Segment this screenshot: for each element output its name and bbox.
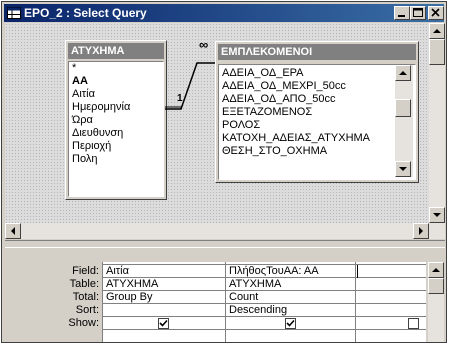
field-item[interactable]: Αιτία (69, 88, 163, 101)
checkmark-icon (286, 319, 295, 327)
scroll-right-button[interactable] (413, 223, 429, 239)
row-label-sort: Sort: (75, 304, 99, 316)
diagram-vertical-scrollbar[interactable] (429, 23, 445, 239)
design-grid-pane: Field: Table: Total: Sort: Show: Αιτία Α… (5, 248, 445, 342)
cell-table[interactable]: ΑΤΥΧΗΜΑ (227, 278, 355, 291)
row-label-table: Table: (69, 278, 99, 290)
cell-table[interactable] (357, 278, 425, 291)
field-item[interactable]: Ημερομηνία (69, 101, 163, 114)
scroll-thumb[interactable] (395, 99, 411, 117)
up-arrow-icon (433, 29, 441, 33)
cell-field[interactable]: Αιτία (104, 265, 224, 278)
query-window: EPO_2 : Select Query ΑΤΥΧΗΜΑ * AA Αιτία … (1, 1, 447, 343)
field-list-scrollbar[interactable] (395, 65, 413, 177)
cell-field[interactable]: ΠλήθοςΤουAA: AA (227, 265, 355, 278)
cell-sort[interactable] (357, 304, 425, 317)
row-label-total: Total: (72, 291, 99, 303)
field-item-key[interactable]: AA (69, 75, 163, 88)
scroll-left-button[interactable] (5, 223, 21, 239)
field-item[interactable]: Πολη (69, 153, 163, 166)
scroll-up-button[interactable] (428, 262, 444, 278)
table-diagram-pane[interactable]: ΑΤΥΧΗΜΑ * AA Αιτία Ημερομηνία Ώρα Διευθυ… (5, 23, 429, 239)
join-line[interactable] (165, 43, 217, 123)
maximize-button[interactable] (410, 6, 426, 20)
field-item[interactable]: Περιοχή (69, 140, 163, 153)
scroll-up-button[interactable] (395, 65, 411, 81)
down-arrow-icon (433, 213, 441, 217)
field-item[interactable]: ΑΔΕΙΑ_ΟΔ_ΕΡΑ (219, 65, 415, 80)
checkmark-icon (159, 319, 168, 327)
table-box-emplekomenoi[interactable]: ΕΜΠΛΕΚΟΜΕΝΟΙ ΑΔΕΙΑ_ΟΔ_ΕΡΑ ΑΔΕΙΑ_ΟΔ_ΜΕΧΡΙ… (215, 41, 419, 183)
show-checkbox[interactable] (285, 318, 296, 329)
minimize-icon (398, 15, 405, 17)
join-many-label: ∞ (199, 37, 209, 52)
scroll-thumb[interactable] (428, 278, 444, 294)
window-title: EPO_2 : Select Query (24, 6, 147, 20)
field-item[interactable]: ΑΔΕΙΑ_ΟΔ_ΜΕΧΡΙ_50cc (219, 80, 415, 93)
field-item[interactable]: ΑΔΕΙΑ_ΟΔ_ΑΠΟ_50cc (219, 93, 415, 106)
diagram-horizontal-scrollbar[interactable] (5, 223, 429, 239)
query-icon (7, 7, 21, 19)
field-list[interactable]: ΑΔΕΙΑ_ΟΔ_ΕΡΑ ΑΔΕΙΑ_ΟΔ_ΜΕΧΡΙ_50cc ΑΔΕΙΑ_Ο… (218, 64, 416, 180)
cell-field-active[interactable] (357, 265, 425, 278)
field-item[interactable]: ΡΟΛΟΣ (219, 119, 415, 132)
cell-sort[interactable] (104, 304, 224, 317)
scroll-thumb[interactable] (429, 39, 445, 65)
field-item[interactable]: Ώρα (69, 114, 163, 127)
scroll-down-button[interactable] (395, 161, 411, 177)
up-arrow-icon (399, 71, 407, 75)
cell-sort[interactable]: Descending (227, 304, 355, 317)
minimize-button[interactable] (394, 6, 410, 20)
pane-splitter[interactable] (5, 240, 445, 248)
show-checkbox[interactable] (158, 318, 169, 329)
cell-total[interactable]: Group By (104, 291, 224, 304)
cell-table[interactable]: ΑΤΥΧΗΜΑ (104, 278, 224, 291)
row-label-field: Field: (72, 265, 99, 277)
table-title[interactable]: ΕΜΠΛΕΚΟΜΕΝΟΙ (218, 44, 416, 60)
left-arrow-icon (11, 227, 15, 235)
cell-total[interactable] (357, 291, 425, 304)
title-bar[interactable]: EPO_2 : Select Query (4, 4, 444, 22)
up-arrow-icon (432, 268, 440, 272)
field-item[interactable]: ΚΑΤΟΧΗ_ΑΔΕΙΑΣ_ΑΤΥΧΗΜΑ (219, 132, 415, 145)
scroll-up-button[interactable] (429, 23, 445, 39)
field-item[interactable]: ΘΕΣΗ_ΣΤΟ_ΟΧΗΜΑ (219, 145, 415, 158)
close-icon (431, 8, 440, 17)
down-arrow-icon (399, 167, 407, 171)
design-grid[interactable]: Αιτία ΑΤΥΧΗΜΑ Group By ΠλήθοςΤουAA: AA Α… (102, 262, 426, 342)
field-item[interactable]: ΕΞΕΤΑΖΟΜΕΝΟΣ (219, 106, 415, 119)
right-arrow-icon (419, 227, 423, 235)
scroll-down-button[interactable] (429, 207, 445, 223)
grid-vertical-scrollbar[interactable] (428, 262, 444, 342)
field-list[interactable]: * AA Αιτία Ημερομηνία Ώρα Διευθυνση Περι… (68, 61, 164, 197)
show-checkbox[interactable] (408, 318, 419, 329)
table-box-atyxima[interactable]: ΑΤΥΧΗΜΑ * AA Αιτία Ημερομηνία Ώρα Διευθυ… (65, 40, 167, 200)
close-button[interactable] (428, 6, 444, 20)
cell-total[interactable]: Count (227, 291, 355, 304)
row-label-show: Show: (68, 317, 99, 329)
field-item[interactable]: * (69, 62, 163, 75)
join-one-label: 1 (177, 93, 183, 104)
table-title[interactable]: ΑΤΥΧΗΜΑ (68, 43, 164, 59)
field-item[interactable]: Διευθυνση (69, 127, 163, 140)
maximize-icon (413, 8, 423, 17)
